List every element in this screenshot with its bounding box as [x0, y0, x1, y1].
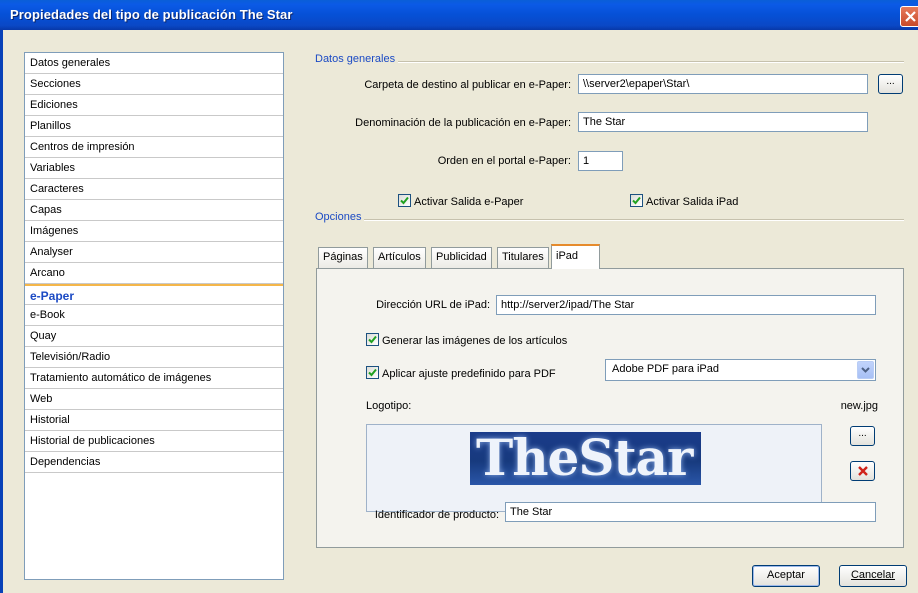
logo-label: Logotipo:	[366, 400, 412, 412]
sidebar-item-secciones[interactable]: Secciones	[25, 74, 283, 95]
pdf-preset-label: Aplicar ajuste predefinido para PDF	[382, 368, 556, 380]
sidebar-item-historial-publicaciones[interactable]: Historial de publicaciones	[25, 431, 283, 452]
tab-articulos[interactable]: Artículos	[373, 247, 426, 268]
sidebar-item-tratamiento-imagenes[interactable]: Tratamiento automático de imágenes	[25, 368, 283, 389]
pdf-preset-checkbox[interactable]: Aplicar ajuste predefinido para PDF	[366, 366, 556, 382]
dest-folder-label: Carpeta de destino al publicar en e-Pape…	[364, 79, 571, 91]
logo-browse-button[interactable]: ...	[850, 426, 875, 446]
gen-images-label: Generar las imágenes de los artículos	[382, 335, 568, 347]
sidebar-item-quay[interactable]: Quay	[25, 326, 283, 347]
epaper-output-checkbox[interactable]: Activar Salida e-Paper	[398, 194, 523, 210]
checkmark-icon	[368, 335, 377, 344]
logo-delete-button[interactable]	[850, 461, 875, 481]
checkmark-icon	[400, 196, 409, 205]
checkmark-icon	[632, 196, 641, 205]
logo-image: TheStar	[470, 432, 701, 485]
epaper-output-label: Activar Salida e-Paper	[414, 196, 524, 208]
sidebar-item-ebook[interactable]: e-Book	[25, 305, 283, 326]
checkbox-box	[630, 194, 643, 207]
title-bar[interactable]: Propiedades del tipo de publicación The …	[0, 0, 918, 30]
tab-paginas[interactable]: Páginas	[318, 247, 368, 268]
gen-images-checkbox[interactable]: Generar las imágenes de los artículos	[366, 333, 567, 349]
product-id-input[interactable]: The Star	[505, 502, 876, 522]
general-section-label: Datos generales	[315, 53, 399, 65]
order-label: Orden en el portal e-Paper:	[437, 155, 571, 167]
sidebar-item-datos-generales[interactable]: Datos generales	[25, 53, 283, 74]
ipad-output-checkbox[interactable]: Activar Salida iPad	[630, 194, 738, 210]
sidebar-item-variables[interactable]: Variables	[25, 158, 283, 179]
sidebar-item-ediciones[interactable]: Ediciones	[25, 95, 283, 116]
sidebar-item-dependencias[interactable]: Dependencias	[25, 452, 283, 473]
tab-titulares[interactable]: Titulares	[497, 247, 549, 268]
chevron-down-icon	[861, 367, 870, 373]
sidebar-item-analyser[interactable]: Analyser	[25, 242, 283, 263]
close-button[interactable]	[900, 6, 918, 27]
sidebar-item-planillos[interactable]: Planillos	[25, 116, 283, 137]
logo-filename: new.jpg	[840, 400, 878, 412]
close-icon	[905, 11, 916, 22]
ipad-url-label: Dirección URL de iPad:	[376, 299, 490, 311]
tab-publicidad[interactable]: Publicidad	[431, 247, 492, 268]
ipad-url-input[interactable]: http://server2/ipad/The Star	[496, 295, 876, 315]
pub-name-label: Denominación de la publicación en e-Pape…	[355, 117, 571, 129]
pdf-preset-select[interactable]: Adobe PDF para iPad	[605, 359, 876, 381]
sidebar-item-television-radio[interactable]: Televisión/Radio	[25, 347, 283, 368]
tab-ipad[interactable]: iPad	[551, 244, 600, 269]
sidebar-item-arcano[interactable]: Arcano	[25, 263, 283, 284]
options-group-line	[316, 219, 904, 221]
sidebar-item-caracteres[interactable]: Caracteres	[25, 179, 283, 200]
options-section-label: Opciones	[315, 211, 365, 223]
order-input[interactable]: 1	[578, 151, 623, 171]
window-title: Propiedades del tipo de publicación The …	[10, 7, 293, 22]
logo-preview: TheStar	[366, 424, 822, 512]
sidebar-item-imagenes[interactable]: Imágenes	[25, 221, 283, 242]
logo-text: TheStar	[476, 432, 693, 485]
category-list[interactable]: Datos generales Secciones Ediciones Plan…	[24, 52, 284, 580]
sidebar-item-capas[interactable]: Capas	[25, 200, 283, 221]
sidebar-item-epaper[interactable]: e-Paper	[25, 284, 283, 305]
sidebar-item-historial[interactable]: Historial	[25, 410, 283, 431]
sidebar-item-web[interactable]: Web	[25, 389, 283, 410]
ipad-output-label: Activar Salida iPad	[646, 196, 739, 208]
product-id-label: Identificador de producto:	[374, 509, 499, 521]
red-x-icon	[857, 466, 868, 476]
accept-button[interactable]: Aceptar	[752, 565, 820, 587]
checkbox-box	[366, 333, 379, 346]
dropdown-button[interactable]	[857, 361, 874, 379]
dest-folder-browse-button[interactable]: ...	[878, 74, 903, 94]
checkmark-icon	[368, 368, 377, 377]
sidebar-item-centros-impresion[interactable]: Centros de impresión	[25, 137, 283, 158]
checkbox-box	[366, 366, 379, 379]
checkbox-box	[398, 194, 411, 207]
general-group-line	[316, 61, 904, 63]
cancel-button[interactable]: Cancelar	[839, 565, 907, 587]
pdf-preset-value: Adobe PDF para iPad	[612, 363, 720, 375]
pub-name-input[interactable]: The Star	[578, 112, 868, 132]
dest-folder-input[interactable]: \\server2\epaper\Star\	[578, 74, 868, 94]
